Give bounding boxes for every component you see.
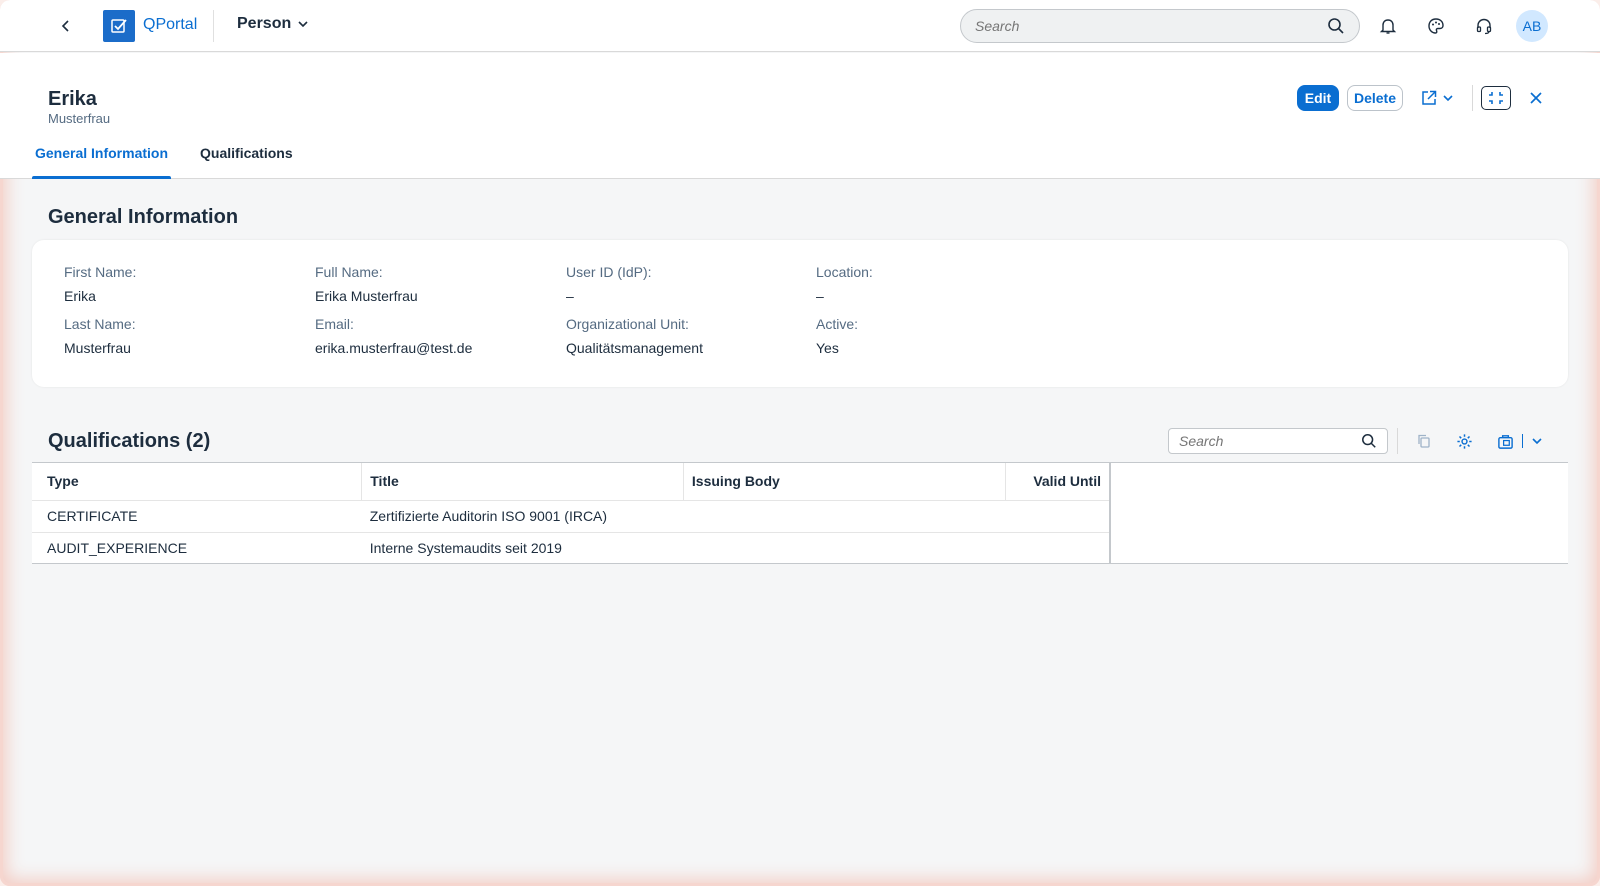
full-name-field: Full Name: Erika Musterfrau xyxy=(315,264,418,304)
cell-title: Interne Systemaudits seit 2019 xyxy=(369,540,562,557)
field-value: Qualitätsmanagement xyxy=(566,340,703,356)
table-header-row: Type Title Issuing Body Valid Until xyxy=(32,463,1110,501)
help-button[interactable] xyxy=(1472,14,1496,38)
export-menu-button[interactable] xyxy=(1492,428,1548,454)
chevron-down-icon xyxy=(298,21,308,28)
column-header-issuing-body[interactable]: Issuing Body xyxy=(683,463,1006,501)
field-label: Organizational Unit: xyxy=(566,316,689,332)
close-icon xyxy=(1530,92,1542,104)
share-menu-button[interactable] xyxy=(1417,85,1457,111)
chevron-down-icon xyxy=(1532,438,1542,445)
field-label: Location: xyxy=(816,264,873,280)
location-field: Location: – xyxy=(816,264,873,304)
user-id-field: User ID (IdP): – xyxy=(566,264,652,304)
table-settings-button[interactable] xyxy=(1452,428,1476,454)
bell-icon xyxy=(1379,19,1397,34)
back-button[interactable] xyxy=(52,12,80,40)
field-value: – xyxy=(566,288,574,304)
qualifications-grid: Type Title Issuing Body Valid Until CERT… xyxy=(32,463,1111,564)
field-label: Email: xyxy=(315,316,354,332)
cell-issuing-body xyxy=(683,532,1005,564)
toolbar-separator xyxy=(1397,428,1398,454)
table-row[interactable]: AUDIT_EXPERIENCE Interne Systemaudits se… xyxy=(32,532,1110,564)
palette-icon xyxy=(1428,18,1444,34)
exit-fullscreen-icon xyxy=(1489,92,1503,104)
field-value: – xyxy=(816,288,824,304)
field-label: Last Name: xyxy=(64,316,136,332)
general-information-heading: General Information xyxy=(48,206,239,228)
qualifications-table: Type Title Issuing Body Valid Until CERT… xyxy=(32,462,1568,564)
search-icon xyxy=(1328,18,1344,34)
cell-valid-until xyxy=(1005,500,1110,533)
tab-bar: General Information Qualifications xyxy=(32,137,322,179)
chevron-left-icon xyxy=(61,20,69,32)
page-subtitle: Musterfrau xyxy=(48,111,111,126)
field-value: Yes xyxy=(816,340,839,356)
cell-title: Zertifizierte Auditorin ISO 9001 (IRCA) xyxy=(361,500,684,533)
copy-button[interactable] xyxy=(1412,428,1436,454)
theme-button[interactable] xyxy=(1424,14,1448,38)
column-header-title[interactable]: Title xyxy=(361,463,684,501)
general-information-card: First Name: Erika Last Name: Musterfrau … xyxy=(32,240,1568,387)
page-title: Erika xyxy=(48,88,97,110)
user-avatar[interactable]: AB xyxy=(1516,10,1548,42)
search-icon xyxy=(1362,434,1376,448)
header-separator xyxy=(1472,85,1473,111)
app-name[interactable]: QPortal xyxy=(143,16,197,34)
email-field: Email: erika.musterfrau@test.de xyxy=(315,316,472,356)
first-name-field: First Name: Erika xyxy=(64,264,136,304)
field-value: Erika Musterfrau xyxy=(315,288,418,304)
logo-icon xyxy=(111,19,127,33)
copy-icon xyxy=(1418,434,1430,448)
organizational-unit-field: Organizational Unit: Qualitätsmanagement xyxy=(566,316,703,356)
tab-general-information[interactable]: General Information xyxy=(32,137,172,179)
chevron-down-icon xyxy=(1443,95,1453,102)
active-field: Active: Yes xyxy=(816,316,858,356)
field-label: Full Name: xyxy=(315,264,383,280)
field-label: Active: xyxy=(816,316,859,332)
close-button[interactable] xyxy=(1524,85,1548,111)
object-menu-button[interactable]: Person xyxy=(237,15,309,33)
cell-type: AUDIT_EXPERIENCE xyxy=(47,540,188,557)
notifications-button[interactable] xyxy=(1376,14,1400,38)
column-header-type[interactable]: Type xyxy=(32,463,363,501)
edit-button[interactable]: Edit xyxy=(1297,85,1339,111)
shell-separator xyxy=(213,10,214,42)
last-name-field: Last Name: Musterfrau xyxy=(64,316,136,356)
cell-issuing-body xyxy=(683,500,1006,533)
shell-search-field[interactable] xyxy=(960,9,1360,43)
column-header-valid-until[interactable]: Valid Until xyxy=(1005,463,1110,501)
exit-fullscreen-button[interactable] xyxy=(1481,86,1511,110)
qualifications-heading: Qualifications (2) xyxy=(48,430,211,452)
cell-valid-until xyxy=(1005,532,1110,564)
shell-search-input[interactable] xyxy=(975,18,1327,34)
object-header: Erika Musterfrau Edit Delete General Inf… xyxy=(0,53,1600,179)
app-logo[interactable] xyxy=(103,10,135,42)
table-search-field[interactable] xyxy=(1168,428,1388,454)
table-row[interactable]: CERTIFICATE Zertifizierte Auditorin ISO … xyxy=(32,500,1110,533)
split-separator xyxy=(1522,434,1523,448)
export-icon xyxy=(1498,434,1513,449)
field-value: Musterfrau xyxy=(64,340,131,356)
field-value: erika.musterfrau@test.de xyxy=(315,340,473,356)
shell-bar: QPortal Person AB xyxy=(0,0,1600,52)
field-label: First Name: xyxy=(64,264,137,280)
app-frame: QPortal Person AB Erika Musterfrau Edit … xyxy=(0,0,1600,886)
gear-icon xyxy=(1456,433,1472,449)
share-icon xyxy=(1422,90,1437,105)
table-search-input[interactable] xyxy=(1179,433,1361,449)
cell-type: CERTIFICATE xyxy=(32,500,362,533)
headset-icon xyxy=(1476,18,1492,35)
field-label: User ID (IdP): xyxy=(566,264,652,280)
field-value: Erika xyxy=(64,288,96,304)
tab-qualifications[interactable]: Qualifications xyxy=(197,137,296,179)
object-menu-label: Person xyxy=(237,15,292,32)
delete-button[interactable]: Delete xyxy=(1347,85,1403,111)
